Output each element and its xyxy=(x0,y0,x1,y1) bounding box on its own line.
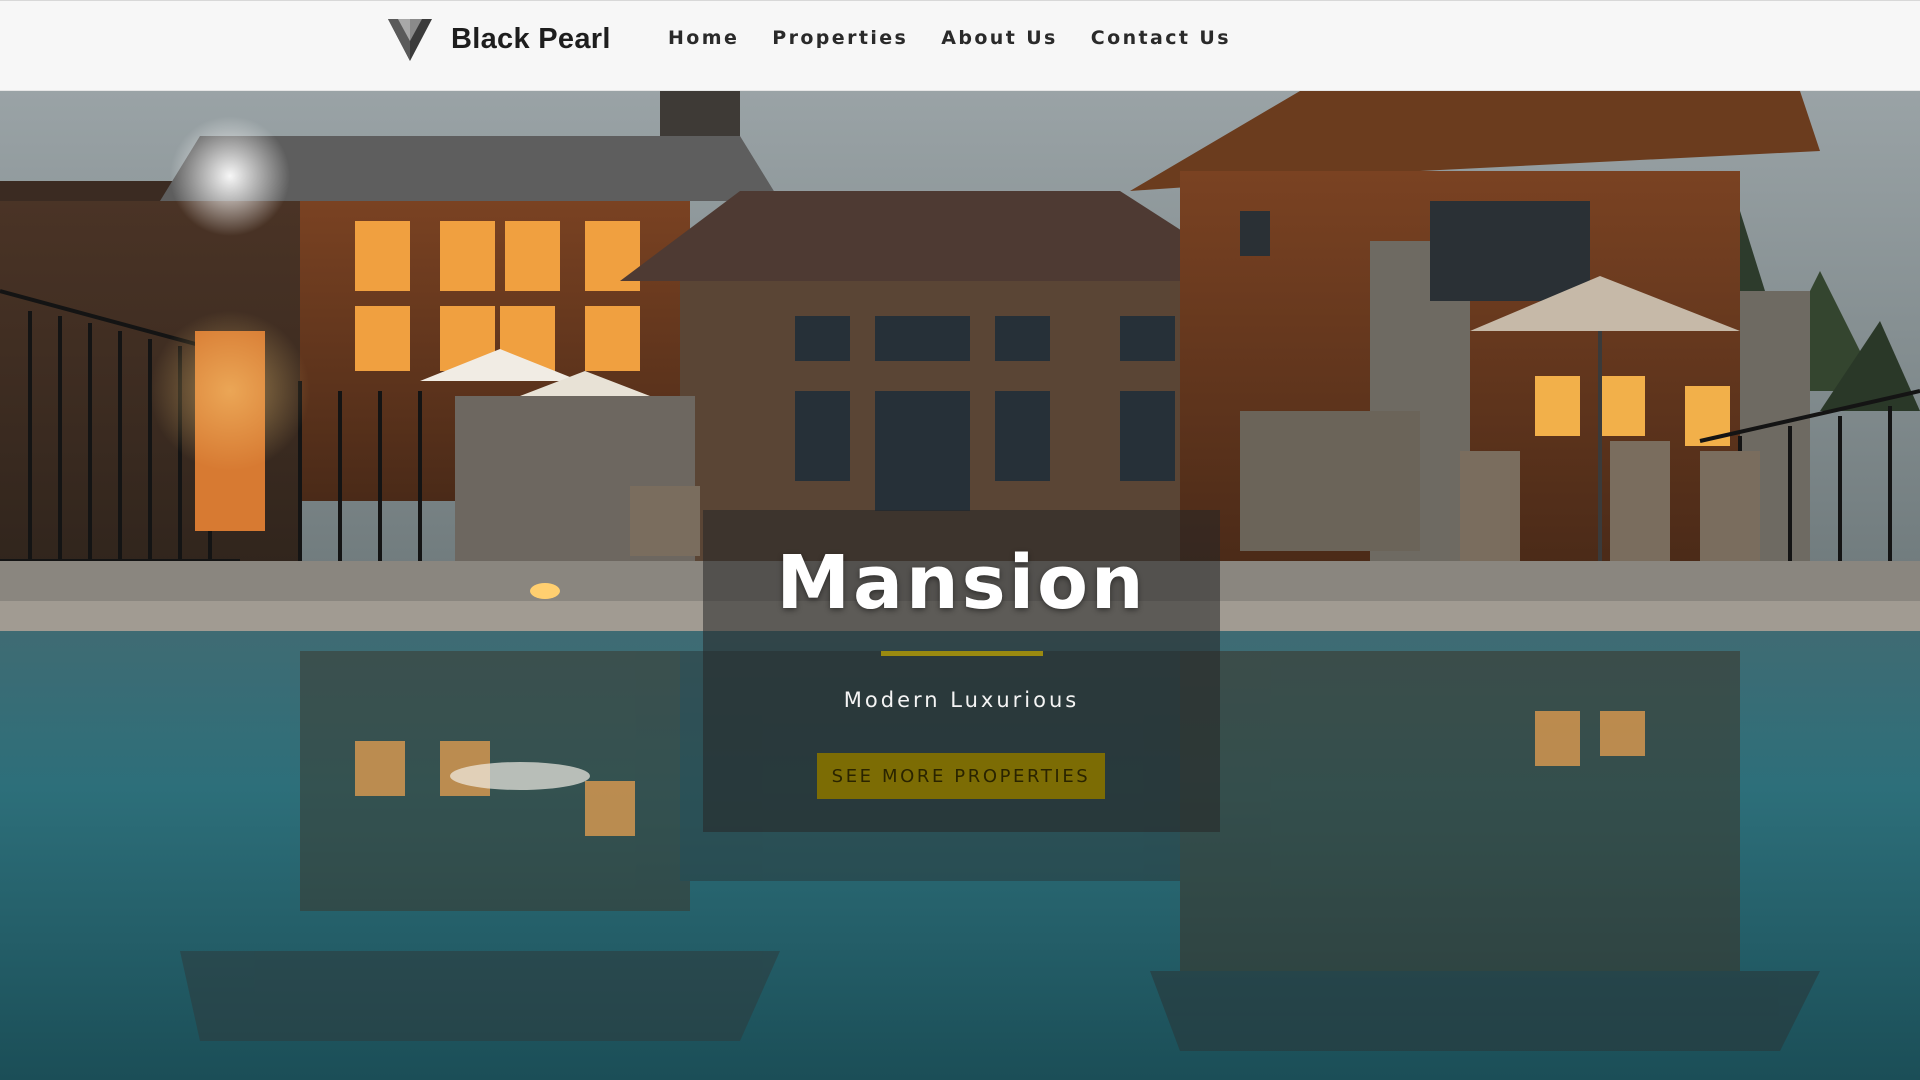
inverted-triangle-gem-icon xyxy=(386,15,434,63)
hero-section: Mansion Modern Luxurious SEE MORE PROPER… xyxy=(0,91,1920,1080)
nav-link-contact-us[interactable]: Contact Us xyxy=(1091,25,1231,51)
brand-logo-link[interactable]: Black Pearl xyxy=(386,15,611,63)
hero-caption-panel: Mansion Modern Luxurious SEE MORE PROPER… xyxy=(703,510,1220,832)
nav-link-properties[interactable]: Properties xyxy=(772,25,908,51)
hero-title-underline xyxy=(881,651,1043,656)
hero-subtitle: Modern Luxurious xyxy=(843,688,1080,712)
hero-title: Mansion xyxy=(776,540,1147,626)
brand-name: Black Pearl xyxy=(451,22,611,55)
see-more-properties-button[interactable]: SEE MORE PROPERTIES xyxy=(817,753,1105,799)
nav-link-home[interactable]: Home xyxy=(668,25,739,51)
main-nav: Home Properties About Us Contact Us xyxy=(668,25,1264,51)
nav-link-about-us[interactable]: About Us xyxy=(941,25,1058,51)
site-header: Black Pearl Home Properties About Us Con… xyxy=(0,0,1920,91)
